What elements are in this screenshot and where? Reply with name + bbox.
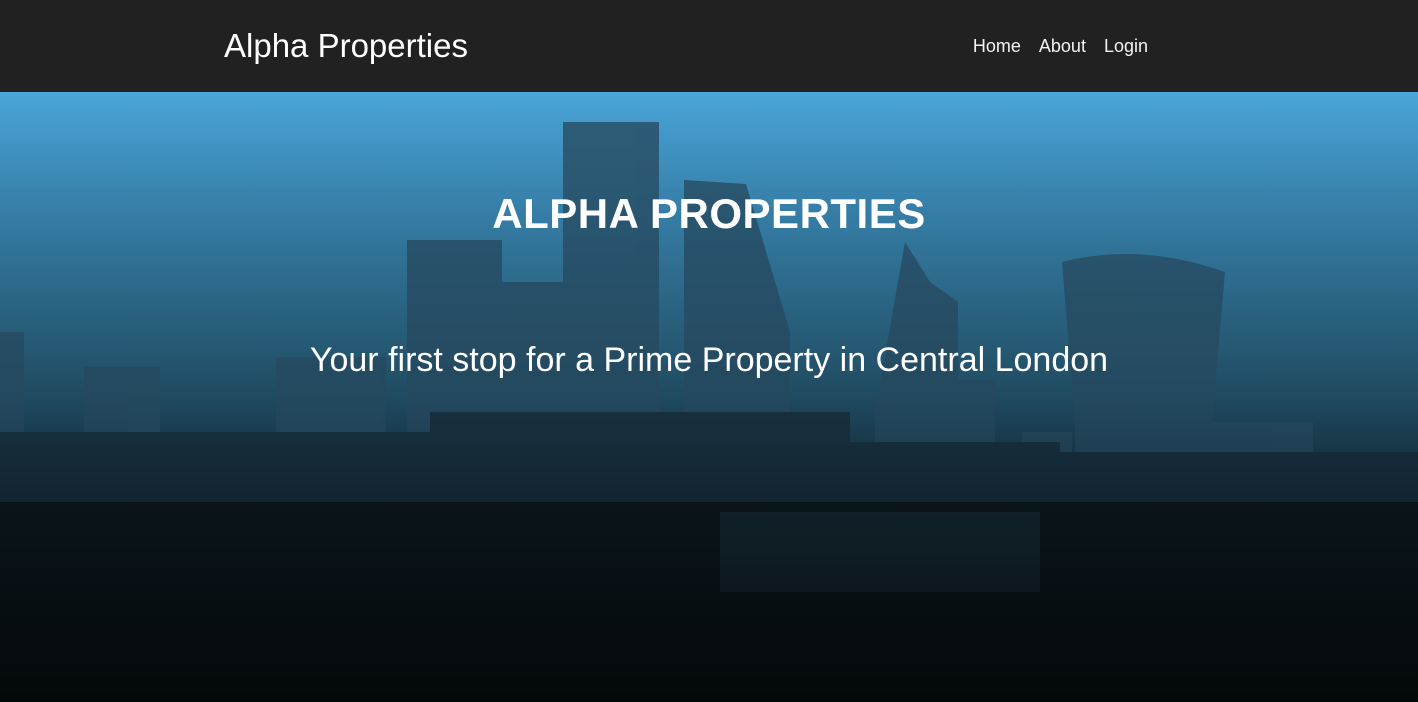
brand-logo-link[interactable]: Alpha Properties — [224, 26, 468, 66]
hero-title: ALPHA PROPERTIES — [492, 190, 926, 237]
hero-banner: ALPHA PROPERTIES Your first stop for a P… — [0, 92, 1418, 702]
nav-link-home[interactable]: Home — [973, 34, 1021, 58]
nav-menu: Home About Login — [973, 34, 1148, 58]
nav-link-about[interactable]: About — [1039, 34, 1086, 58]
city-skyline-background-image — [0, 92, 1418, 702]
top-navbar: Alpha Properties Home About Login — [0, 0, 1418, 92]
nav-link-login[interactable]: Login — [1104, 34, 1148, 58]
hero-subtitle: Your first stop for a Prime Property in … — [309, 341, 1109, 379]
